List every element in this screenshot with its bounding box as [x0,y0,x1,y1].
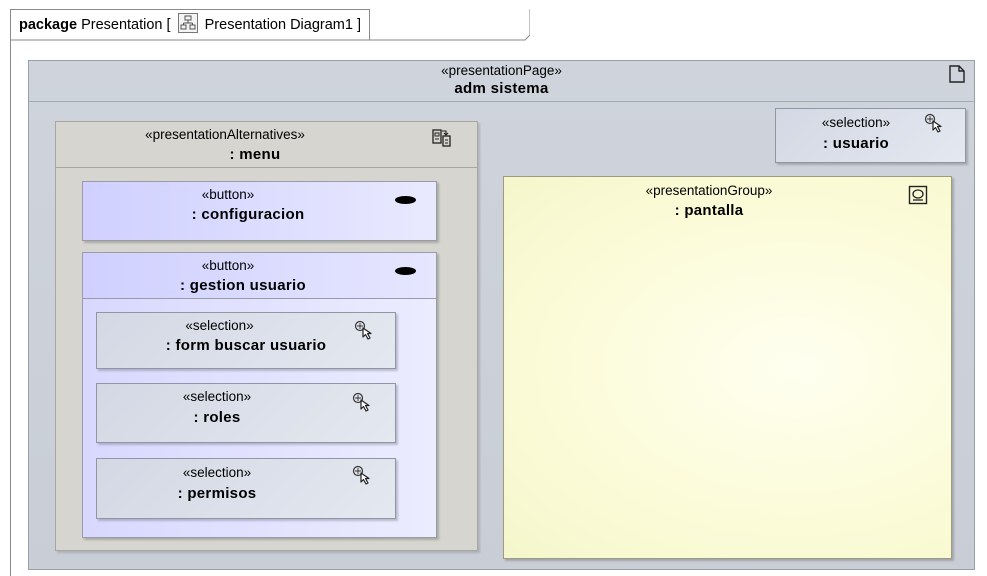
form-buscar-name: : form buscar usuario [165,337,327,354]
configuracion-stereotype: «button» [201,187,255,202]
diagram-icon [177,13,198,33]
selection-form-buscar-usuario[interactable]: «selection» : form buscar usuario [96,312,396,369]
frame-border [10,40,11,576]
menu-header: «presentationAlternatives» : menu [55,121,478,168]
pantalla-name: : pantalla [674,202,744,219]
frame-bracket-open: [ [166,17,171,33]
selection-cursor-icon [352,392,370,412]
selection-permisos[interactable]: «selection» : permisos [96,458,396,519]
selection-cursor-icon [352,465,370,485]
usuario-name: : usuario [822,135,890,152]
configuracion-name: : configuracion [191,206,305,223]
form-buscar-stereotype: «selection» [185,318,254,333]
selection-cursor-icon [924,113,942,133]
gestion-usuario-stereotype: «button» [201,258,255,273]
frame-name: Presentation [81,17,163,33]
button-icon [395,267,416,275]
selection-roles[interactable]: «selection» : roles [96,383,396,443]
permisos-name: : permisos [177,485,257,502]
button-icon [395,196,416,204]
presentation-page-header: «presentationPage» adm sistema [28,60,975,102]
alternatives-icon [432,129,451,147]
selection-cursor-icon [354,320,372,340]
page-stereotype: «presentationPage» [441,63,562,78]
page-icon [949,65,965,83]
menu-stereotype: «presentationAlternatives» [145,127,305,142]
page-name: adm sistema [454,80,549,97]
gestion-usuario-name: : gestion usuario [180,277,306,294]
permisos-stereotype: «selection» [182,465,252,480]
pantalla-stereotype: «presentationGroup» [645,183,773,198]
frame-keyword: package [19,17,78,33]
usuario-stereotype: «selection» [821,115,891,130]
roles-stereotype: «selection» [182,389,252,404]
frame-diagram-name: Presentation Diagram1 [204,17,353,33]
diagram-frame-tab: package Presentation [ Presentation Diag… [10,9,370,40]
selection-usuario[interactable]: «selection» : usuario [775,108,966,163]
menu-name: : menu [229,146,281,163]
roles-name: : roles [193,409,241,426]
presentation-group-pantalla[interactable]: «presentationGroup» : pantalla [503,176,952,559]
group-icon [908,185,928,205]
frame-bracket-close: ] [356,17,361,33]
button-configuracion[interactable]: «button» : configuracion [82,181,437,241]
